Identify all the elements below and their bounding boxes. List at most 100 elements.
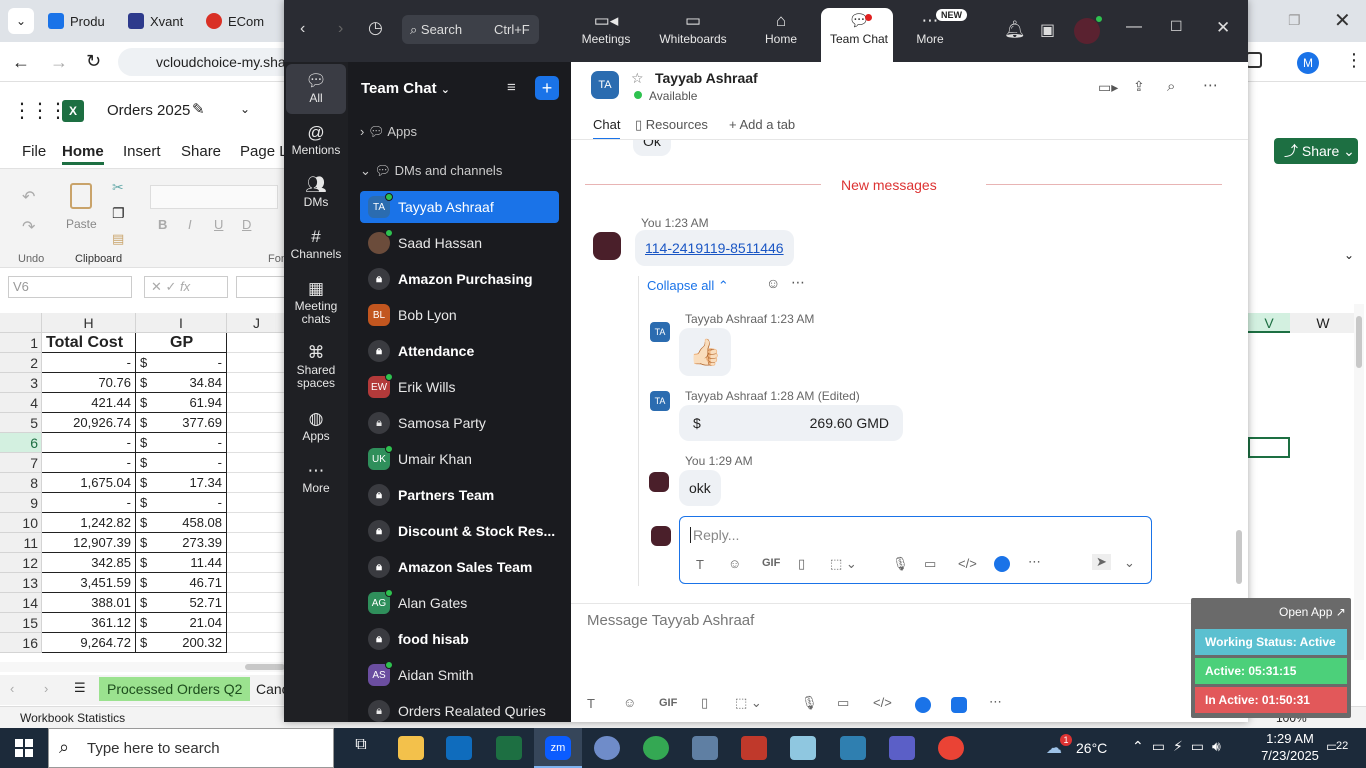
send-icon[interactable]: ➤ [1092,554,1111,570]
nav-home[interactable]: ⌂ Home [741,10,821,58]
cell-total-cost[interactable]: 342.85 [42,553,136,573]
screenshot-icon[interactable]: ⬚ ⌄ [830,556,857,572]
row-header[interactable]: 10 [0,513,42,533]
app-launcher-icon[interactable]: ⋮⋮⋮ [12,98,68,123]
cell-gp[interactable]: GP [166,333,227,353]
cell-total-cost[interactable]: 361.12 [42,613,136,633]
rail-dms[interactable]: 👥︎ DMs [286,174,346,209]
maximize-icon[interactable]: ☐ [1170,18,1183,35]
paste-label[interactable]: Paste [66,217,97,231]
cell-currency[interactable]: $ [136,493,166,513]
gif-icon[interactable]: GIF [762,557,780,569]
browser-menu-icon[interactable]: ⋮ [1345,50,1363,71]
row-header[interactable]: 13 [0,573,42,593]
cell-empty[interactable] [227,633,287,653]
spreadsheet-grid[interactable]: H I J 1 Total Cost GP 2 - $ - 3 70.76 $ … [0,313,287,661]
cell-gp[interactable]: 21.04 [166,613,227,633]
cell-currency[interactable]: $ [136,453,166,473]
row-header[interactable]: 15 [0,613,42,633]
extensions-icon[interactable] [1246,52,1262,68]
cell-currency[interactable]: $ [136,393,166,413]
video-call-icon[interactable]: ▭▸ [1098,79,1118,96]
code-snippet-icon[interactable]: </> [958,556,977,571]
workbook-title[interactable]: Orders 2025 [107,102,190,119]
rail-apps[interactable]: ◍ Apps [286,408,346,443]
cell-gp[interactable]: - [166,433,227,453]
more-actions-icon[interactable]: ⋯ [791,274,805,291]
channel-item[interactable]: AG Alan Gates [360,587,559,619]
add-tab-button[interactable]: + Add a tab [729,117,795,132]
row-header[interactable]: 12 [0,553,42,573]
cell-empty[interactable] [227,333,287,353]
my-avatar[interactable] [649,472,669,492]
italic-icon[interactable]: I [188,217,192,232]
share-button[interactable]: ⤴ Share ⌄ [1274,138,1358,164]
cell-currency[interactable]: $ [136,413,166,433]
channel-item[interactable]: Saad Hassan [360,227,559,259]
channel-item[interactable]: 🔒︎ Orders Realated Quries [360,695,559,722]
select-all-corner[interactable] [0,313,42,333]
contact-avatar[interactable]: TA [591,71,619,99]
cell-currency[interactable]: $ [136,613,166,633]
back-icon[interactable]: ← [12,52,30,73]
search-icon[interactable]: ⌕ [1167,78,1175,95]
file-icon[interactable]: ▯ [798,556,805,572]
composer-input[interactable]: Message Tayyab Ashraaf [587,612,754,629]
row-header[interactable]: 8 [0,473,42,493]
cell-gp[interactable]: 273.39 [166,533,227,553]
app-icon[interactable] [994,556,1010,572]
file-explorer-icon[interactable] [398,736,424,760]
cell-gp[interactable]: 52.71 [166,593,227,613]
chat-scrollbar[interactable] [1235,142,1243,602]
nav-meetings[interactable]: ▭◂ Meetings [566,10,646,58]
browser-tab[interactable]: ECom [206,8,264,34]
cell-empty[interactable] [227,473,287,493]
more-tools-icon[interactable]: ⋯ [989,694,1002,710]
cell-empty[interactable] [227,373,287,393]
cell-currency[interactable]: $ [136,473,166,493]
cell-empty[interactable] [227,533,287,553]
grid-scrollbar[interactable] [0,662,285,672]
thread-reply-box[interactable]: Reply... T ☺ GIF ▯ ⬚ ⌄ 🎙︎ ▭ </> ⋯ ➤ ⌄ [679,516,1152,584]
channel-item[interactable]: 🔒︎ Amazon Purchasing [360,263,559,295]
cell-gp[interactable]: - [166,493,227,513]
share-screen-icon[interactable]: ⇪ [1133,78,1145,95]
column-header[interactable]: J [227,313,287,333]
gif-icon[interactable]: GIF [659,697,677,709]
reload-icon[interactable]: ↻ [86,51,101,72]
workbook-statistics[interactable]: Workbook Statistics [20,711,125,725]
menu-insert[interactable]: Insert [123,143,161,160]
zoom-taskbar-active[interactable]: zm [534,728,582,768]
outlook-icon[interactable] [446,736,472,760]
file-icon[interactable]: ▯ [701,695,708,711]
cell-gp[interactable]: - [166,353,227,373]
history-icon[interactable]: ◷ [368,18,383,38]
my-avatar[interactable] [593,232,621,260]
rail-meeting-chats[interactable]: ▦ Meeting chats [286,278,346,326]
row-header[interactable]: 2 [0,353,42,373]
formula-input[interactable] [236,276,286,298]
row-header[interactable]: 14 [0,593,42,613]
cell-total-cost[interactable]: 1,242.82 [42,513,136,533]
filezilla-icon[interactable] [741,736,767,760]
url-field[interactable]: vcloudchoice-my.sha [118,48,298,76]
cell-gp[interactable]: 377.69 [166,413,227,433]
cell-gp[interactable]: 46.71 [166,573,227,593]
collapse-all-button[interactable]: Collapse all ⌃ [647,278,729,294]
minimize-icon[interactable]: — [1126,18,1142,36]
cell-total-cost[interactable]: 3,451.59 [42,573,136,593]
profile-avatar[interactable]: M [1297,52,1319,74]
teams-icon[interactable] [889,736,915,760]
dms-section[interactable]: ⌄ 💬︎ DMs and channels [360,163,502,179]
cell-total-cost[interactable]: 388.01 [42,593,136,613]
cell-gp[interactable]: 17.34 [166,473,227,493]
cell-gp[interactable]: 34.84 [166,373,227,393]
cut-icon[interactable]: ✂ [112,179,124,196]
row-header[interactable]: 4 [0,393,42,413]
cell-currency[interactable]: $ [136,373,166,393]
my-avatar[interactable] [651,526,671,546]
cell-total-cost[interactable]: 12,907.39 [42,533,136,553]
notifications-bell-icon[interactable]: 🔔︎ [1004,20,1026,40]
calculator-icon[interactable] [692,736,718,760]
rail-all[interactable]: 💬︎ All [286,70,346,105]
